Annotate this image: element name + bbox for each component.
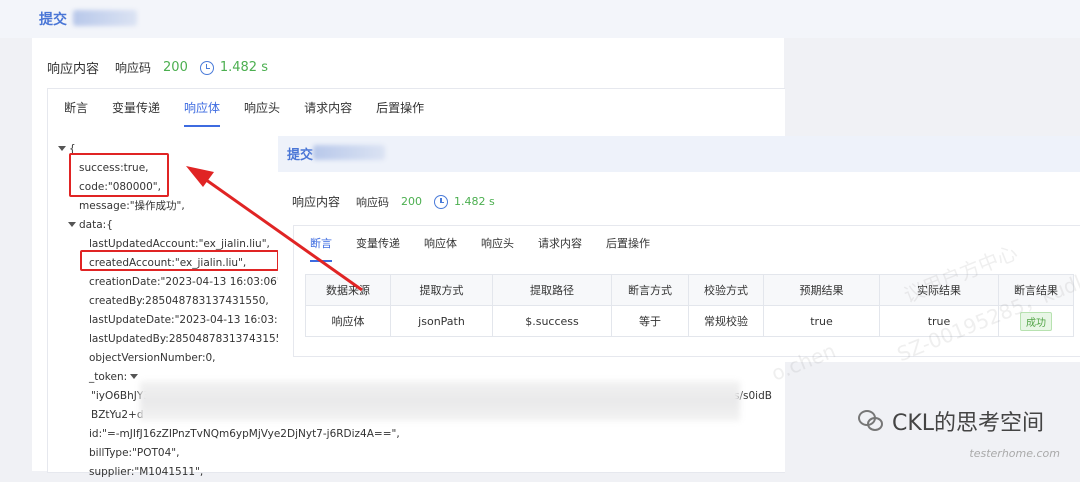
brand-signature: CKL的思考空间	[857, 405, 1044, 437]
arrow-shaft	[201, 175, 363, 292]
brand-name: CKL的思考空间	[891, 411, 1044, 436]
annotation-arrow	[186, 166, 363, 292]
brand-site: testerhome.com	[969, 447, 1060, 460]
wechat-icon	[857, 408, 884, 434]
